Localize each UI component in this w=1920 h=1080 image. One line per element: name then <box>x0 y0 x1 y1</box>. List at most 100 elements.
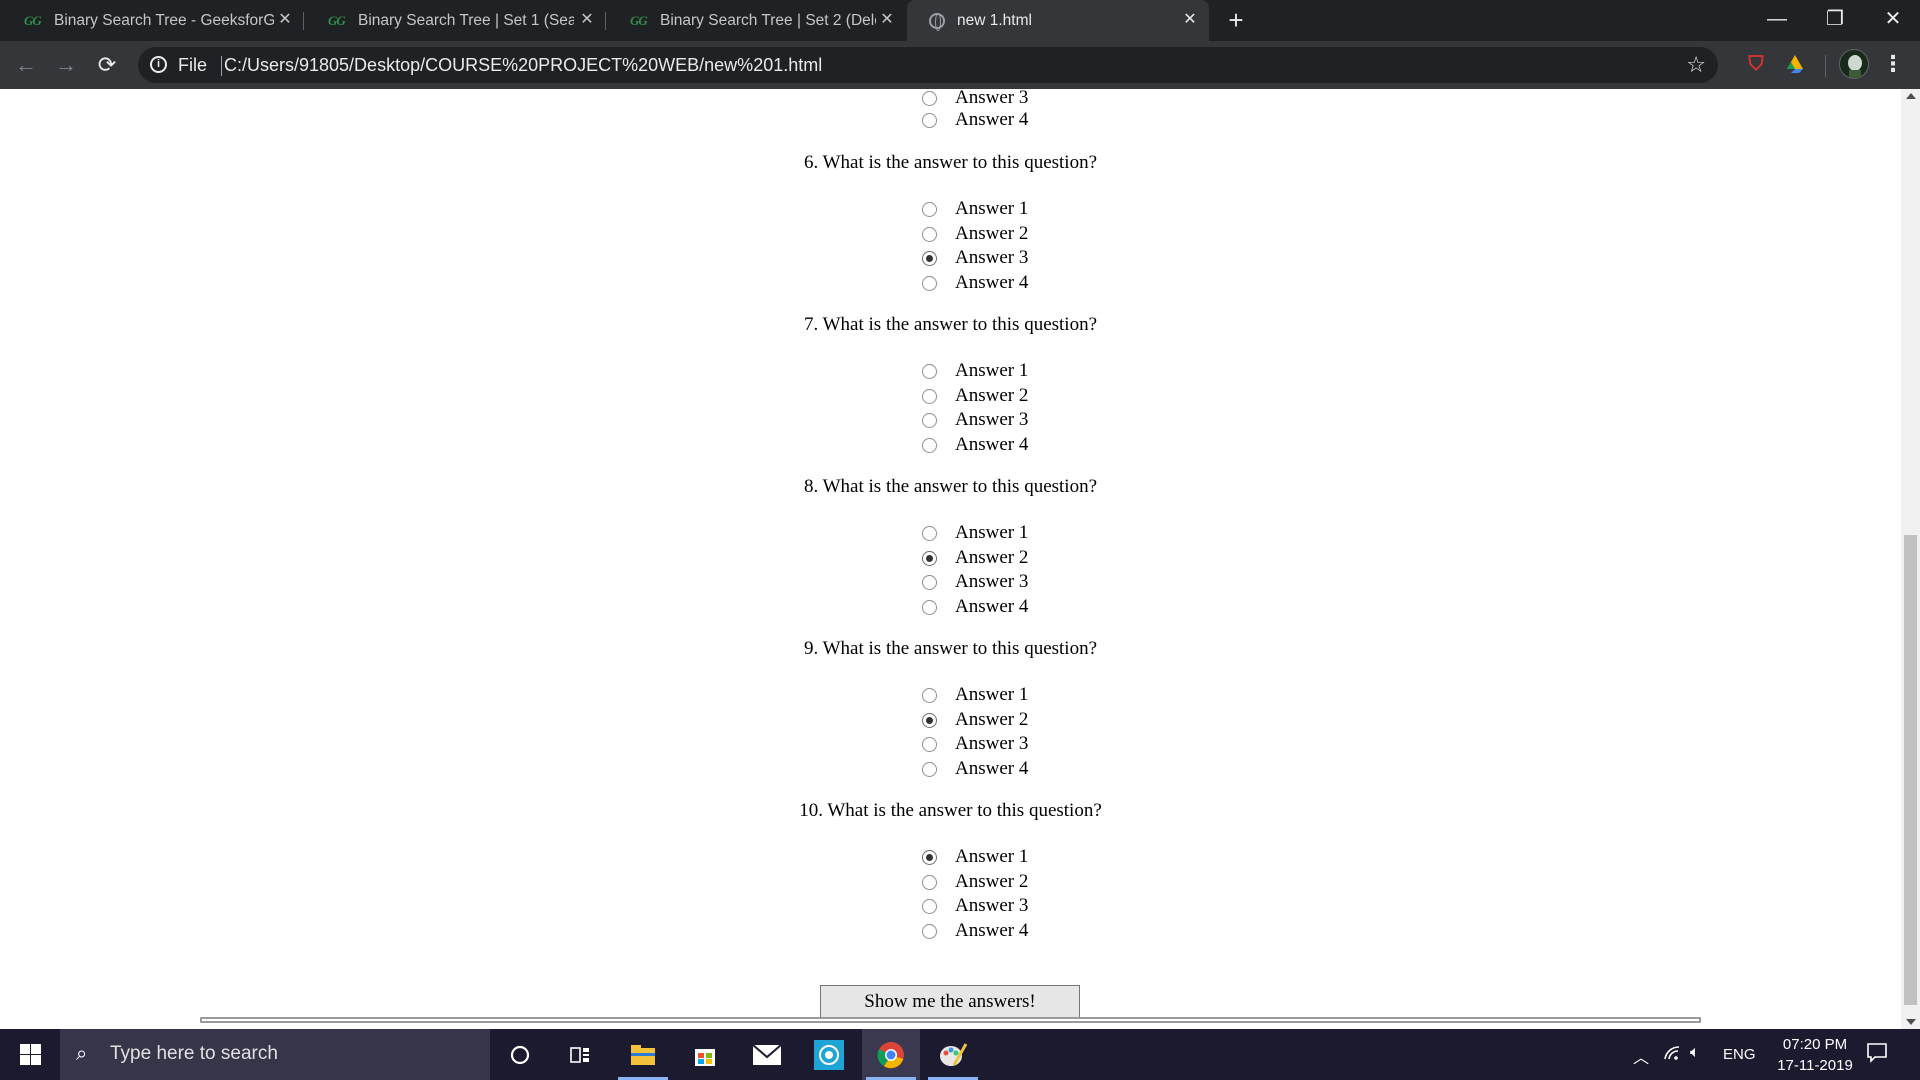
close-tab-icon[interactable]: ✕ <box>1181 11 1199 29</box>
paint-icon[interactable] <box>924 1029 982 1080</box>
radio-button[interactable] <box>922 388 937 404</box>
radio-button[interactable] <box>922 874 937 890</box>
answer-option[interactable]: Answer 2 <box>922 384 1028 408</box>
scrollbar-thumb[interactable] <box>1904 535 1917 1005</box>
answer-option[interactable]: Answer 3 <box>922 408 1028 432</box>
scheme-label: File <box>178 55 208 75</box>
scroll-down-arrow-icon[interactable] <box>1906 1019 1916 1025</box>
radio-button-checked[interactable] <box>922 849 937 865</box>
page-viewport: Answer 3 Answer 4 6. What is the answer … <box>0 89 1901 1029</box>
answer-label: Answer 2 <box>955 709 1029 730</box>
answer-option[interactable]: Answer 3 <box>922 894 1028 918</box>
radio-button[interactable] <box>922 736 937 752</box>
radio-button[interactable] <box>922 923 937 939</box>
radio-button-checked[interactable] <box>922 712 937 728</box>
url-text[interactable]: C:/Users/91805/Desktop/COURSE%20PROJECT%… <box>224 55 822 76</box>
restore-window-button[interactable]: ❐ <box>1806 0 1864 41</box>
answer-option[interactable]: Answer 3 <box>922 732 1028 756</box>
microsoft-store-icon[interactable] <box>676 1029 734 1080</box>
back-arrow-icon[interactable]: ← <box>12 51 40 79</box>
action-center-icon[interactable] <box>1866 1041 1892 1067</box>
drive-extension-icon[interactable] <box>1784 53 1806 75</box>
answer-option[interactable]: Answer 4 <box>922 271 1028 295</box>
radio-button[interactable] <box>922 275 937 291</box>
close-tab-icon[interactable]: ✕ <box>878 11 896 29</box>
minimize-window-button[interactable]: — <box>1748 0 1806 41</box>
tab-bst-set2[interactable]: GG Binary Search Tree | Set 2 (Delete ✕ <box>606 0 906 41</box>
profile-avatar[interactable] <box>1839 49 1869 79</box>
scroll-up-arrow-icon[interactable] <box>1906 93 1916 99</box>
language-indicator[interactable]: ENG <box>1723 1046 1756 1063</box>
answer-option[interactable]: Answer 4 <box>922 919 1028 943</box>
close-tab-icon[interactable]: ✕ <box>276 11 294 29</box>
vertical-scrollbar[interactable] <box>1901 89 1920 1029</box>
reload-icon[interactable]: ⟳ <box>93 51 121 79</box>
horizontal-rule <box>200 1017 1701 1023</box>
forward-arrow-icon[interactable]: → <box>52 51 80 79</box>
close-tab-icon[interactable]: ✕ <box>578 11 596 29</box>
cortana-icon[interactable] <box>491 1029 549 1080</box>
radio-button[interactable] <box>922 201 937 217</box>
whatsapp-icon[interactable] <box>800 1029 858 1080</box>
tab-bst-set1[interactable]: GG Binary Search Tree | Set 1 (Search ✕ <box>304 0 606 41</box>
answer-label: Answer 2 <box>955 223 1029 244</box>
answer-label: Answer 1 <box>955 198 1029 219</box>
radio-button-checked[interactable] <box>922 250 937 266</box>
shield-extension-icon[interactable]: ⛉ <box>1745 53 1767 75</box>
answer-option[interactable]: Answer 3 <box>922 89 1028 110</box>
taskbar-search-box[interactable]: ⌕ Type here to search <box>60 1029 490 1080</box>
answer-option[interactable]: Answer 2 <box>922 546 1028 570</box>
radio-button[interactable] <box>922 761 937 777</box>
answer-option[interactable]: Answer 1 <box>922 845 1028 869</box>
wifi-icon[interactable] <box>1663 1044 1681 1067</box>
bookmark-star-icon[interactable]: ☆ <box>1686 52 1706 78</box>
task-view-icon[interactable] <box>551 1029 609 1080</box>
toolbar-separator <box>1825 55 1826 77</box>
answer-option[interactable]: Answer 3 <box>922 570 1028 594</box>
radio-button[interactable] <box>922 90 937 106</box>
answer-option[interactable]: Answer 2 <box>922 870 1028 894</box>
answer-option[interactable]: Answer 3 <box>922 246 1028 270</box>
radio-button[interactable] <box>922 687 937 703</box>
address-bar[interactable]: i File C:/Users/91805/Desktop/COURSE%20P… <box>138 47 1718 83</box>
tab-bst-geeksforgeeks[interactable]: GG Binary Search Tree - GeeksforGee ✕ <box>0 0 304 41</box>
mail-icon[interactable] <box>738 1029 796 1080</box>
answer-option[interactable]: Answer 1 <box>922 683 1028 707</box>
answer-option[interactable]: Answer 2 <box>922 222 1028 246</box>
radio-button[interactable] <box>922 525 937 541</box>
chrome-icon[interactable] <box>862 1029 920 1080</box>
answer-option[interactable]: Answer 1 <box>922 359 1028 383</box>
more-menu-icon[interactable]: ⋮ <box>1882 53 1904 75</box>
radio-button[interactable] <box>922 363 937 379</box>
answer-label: Answer 4 <box>955 596 1029 617</box>
answer-label: Answer 3 <box>955 895 1029 916</box>
answer-option[interactable]: Answer 2 <box>922 708 1028 732</box>
close-window-button[interactable]: ✕ <box>1864 0 1920 41</box>
radio-button[interactable] <box>922 112 937 128</box>
show-answers-button[interactable]: Show me the answers! <box>820 985 1080 1018</box>
new-tab-button[interactable]: + <box>1224 7 1248 33</box>
search-icon: ⌕ <box>76 1043 88 1065</box>
show-hidden-icons-chevron-icon[interactable]: ︿ <box>1633 1044 1649 1068</box>
clock-date[interactable]: 17-11-2019 <box>1765 1057 1865 1074</box>
radio-button[interactable] <box>922 599 937 615</box>
answer-option[interactable]: Answer 4 <box>922 433 1028 457</box>
radio-button[interactable] <box>922 574 937 590</box>
site-info-icon[interactable]: i <box>150 56 167 73</box>
volume-icon[interactable]: 🔈︎ <box>1690 1044 1700 1062</box>
file-explorer-icon[interactable] <box>614 1029 672 1080</box>
radio-button[interactable] <box>922 437 937 453</box>
clock-time[interactable]: 07:20 PM <box>1765 1036 1865 1053</box>
windows-start-icon[interactable] <box>0 1029 60 1080</box>
radio-button[interactable] <box>922 898 937 914</box>
answer-option[interactable]: Answer 1 <box>922 197 1028 221</box>
radio-button[interactable] <box>922 412 937 428</box>
answer-option[interactable]: Answer 1 <box>922 521 1028 545</box>
answer-option[interactable]: Answer 4 <box>922 757 1028 781</box>
answer-label: Answer 4 <box>955 109 1029 130</box>
tab-new-1-html[interactable]: new 1.html ✕ <box>907 0 1209 41</box>
radio-button-checked[interactable] <box>922 550 937 566</box>
radio-button[interactable] <box>922 226 937 242</box>
answer-option[interactable]: Answer 4 <box>922 595 1028 619</box>
answer-option[interactable]: Answer 4 <box>922 108 1028 132</box>
